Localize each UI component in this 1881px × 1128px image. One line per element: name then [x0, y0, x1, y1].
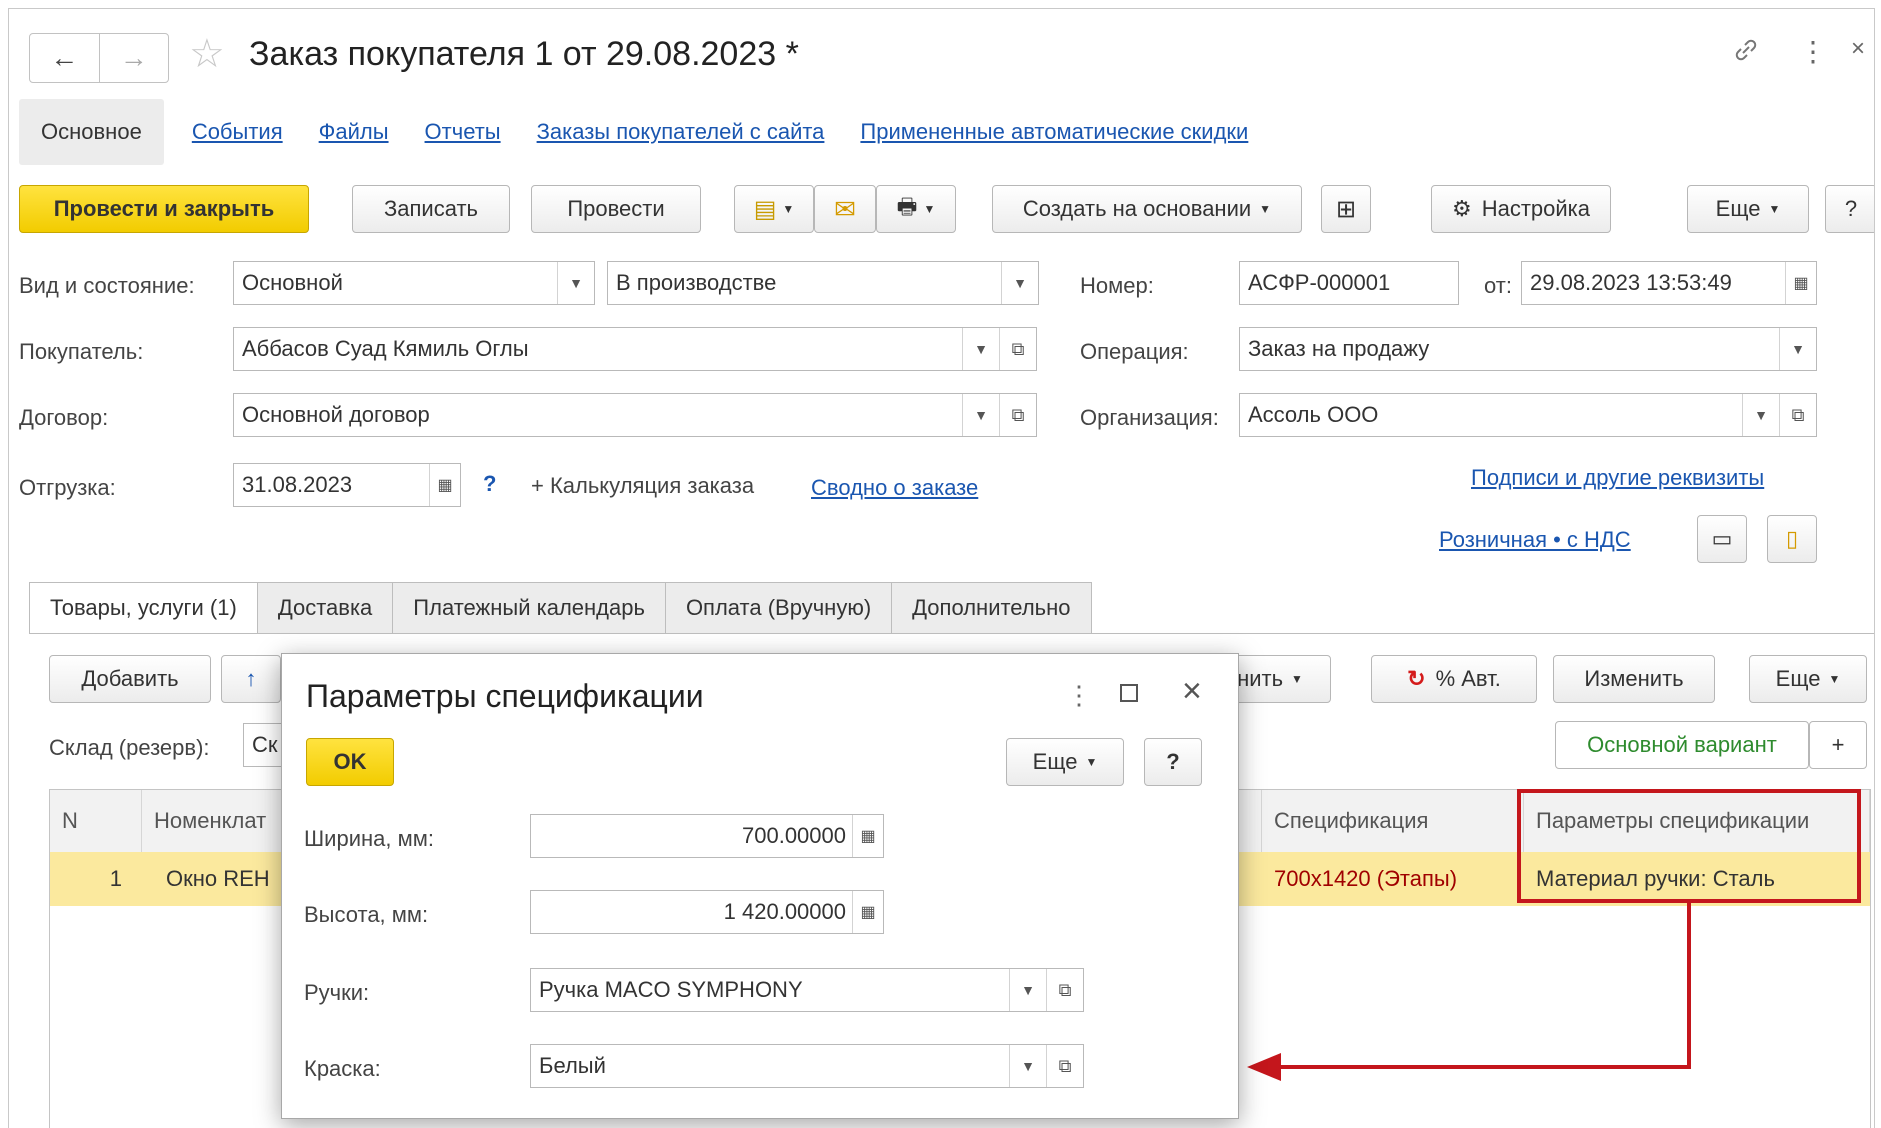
height-label: Высота, мм: [304, 902, 429, 927]
dialog-help-button[interactable]: ? [1144, 738, 1202, 786]
paint-field[interactable]: Белый ▼ ⧉ [530, 1044, 1084, 1088]
handles-label: Ручки: [304, 980, 370, 1005]
chevron-down-icon[interactable]: ▼ [1009, 969, 1046, 1011]
maximize-icon[interactable] [1120, 684, 1138, 702]
dialog-more-button[interactable]: Еще ▼ [1006, 738, 1124, 786]
more-vertical-icon[interactable]: ⋮ [1066, 680, 1092, 711]
handles-field[interactable]: Ручка MACO SYMPHONY ▼ ⧉ [530, 968, 1084, 1012]
open-icon[interactable]: ⧉ [1046, 969, 1083, 1011]
handles-value: Ручка MACO SYMPHONY [539, 977, 803, 1002]
spec-params-dialog: Параметры спецификации ⋮ × OK Еще ▼ ? Шир… [281, 653, 1239, 1119]
calculator-icon[interactable]: ▦ [852, 891, 883, 933]
dialog-more-label: Еще [1032, 749, 1078, 774]
dialog-title: Параметры спецификации [306, 678, 704, 714]
width-field[interactable]: 700.00000 ▦ [530, 814, 884, 858]
paint-label: Краска: [304, 1056, 381, 1081]
paint-value: Белый [539, 1053, 606, 1078]
calculator-icon[interactable]: ▦ [852, 815, 883, 857]
width-label: Ширина, мм: [304, 826, 434, 851]
height-field[interactable]: 1 420.00000 ▦ [530, 890, 884, 934]
close-icon[interactable]: × [1182, 672, 1202, 711]
chevron-down-icon[interactable]: ▼ [1009, 1045, 1046, 1087]
document-window: ← → ☆ Заказ покупателя 1 от 29.08.2023 *… [8, 8, 1875, 1128]
open-icon[interactable]: ⧉ [1046, 1045, 1083, 1087]
height-value: 1 420.00000 [723, 899, 846, 924]
width-value: 700.00000 [742, 823, 846, 848]
ok-button[interactable]: OK [306, 738, 394, 786]
